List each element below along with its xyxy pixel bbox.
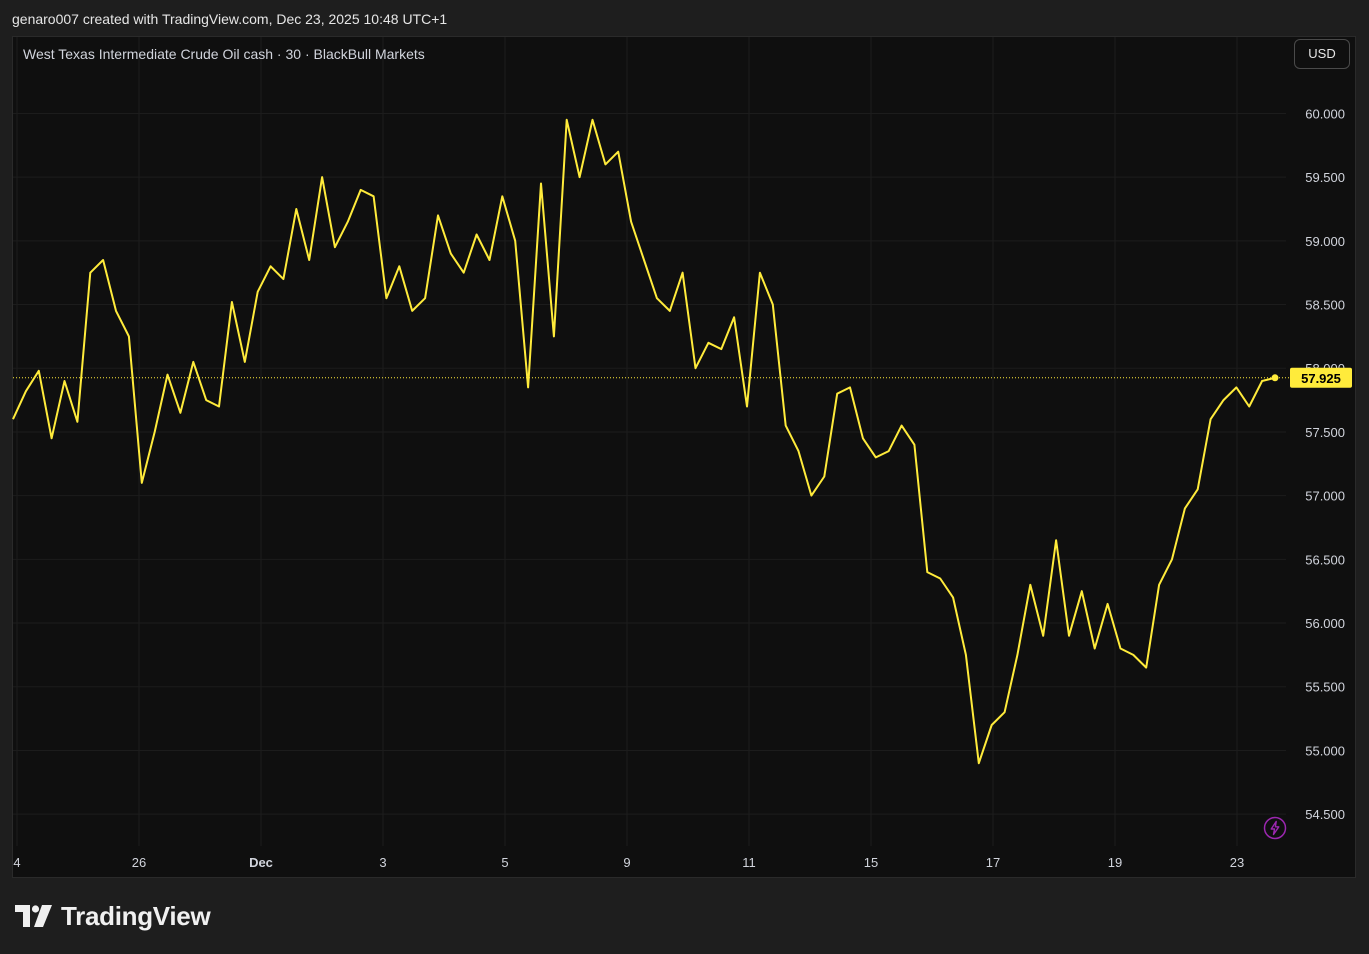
lightning-icon[interactable] (1263, 816, 1287, 840)
y-tick-label: 55.500 (1305, 680, 1345, 695)
y-tick-label: 56.000 (1305, 616, 1345, 631)
x-tick-label: 9 (623, 855, 630, 870)
x-tick-label: 23 (1230, 855, 1244, 870)
price-chart[interactable]: 60.00059.50059.00058.50058.00057.50057.0… (0, 0, 1369, 954)
x-tick-label: 11 (742, 855, 756, 870)
y-tick-label: 59.500 (1305, 170, 1345, 185)
price-series-line (12, 118, 1276, 765)
y-tick-label: 55.000 (1305, 743, 1345, 758)
last-price-value: 57.925 (1301, 371, 1341, 386)
tradingview-logo-icon (15, 905, 53, 927)
y-tick-label: 60.000 (1305, 106, 1345, 121)
chart-grid (13, 37, 1286, 846)
x-tick-label: 17 (986, 855, 1000, 870)
x-tick-label: 26 (132, 855, 146, 870)
brand-name: TradingView (61, 900, 211, 931)
y-tick-label: 58.500 (1305, 298, 1345, 313)
symbol-title: West Texas Intermediate Crude Oil cash ·… (23, 46, 425, 62)
price-axis: 60.00059.50059.00058.50058.00057.50057.0… (1305, 106, 1345, 822)
time-axis: 4 26 Dec 3 5 9 11 15 17 19 23 (13, 855, 1244, 870)
y-tick-label: 59.000 (1305, 234, 1345, 249)
x-tick-label: 19 (1108, 855, 1122, 870)
y-tick-label: 57.500 (1305, 425, 1345, 440)
y-tick-label: 56.500 (1305, 552, 1345, 567)
x-tick-label: Dec (249, 855, 273, 870)
currency-button[interactable]: USD (1294, 39, 1350, 69)
x-tick-label: 15 (864, 855, 878, 870)
tradingview-brand[interactable]: TradingView (15, 900, 211, 932)
y-tick-label: 54.500 (1305, 807, 1345, 822)
x-tick-label: 4 (13, 855, 20, 870)
x-tick-label: 5 (501, 855, 508, 870)
x-tick-label: 3 (379, 855, 386, 870)
last-price-dot (1271, 374, 1279, 382)
y-tick-label: 57.000 (1305, 489, 1345, 504)
last-price-badge: 57.925 (1290, 367, 1352, 388)
